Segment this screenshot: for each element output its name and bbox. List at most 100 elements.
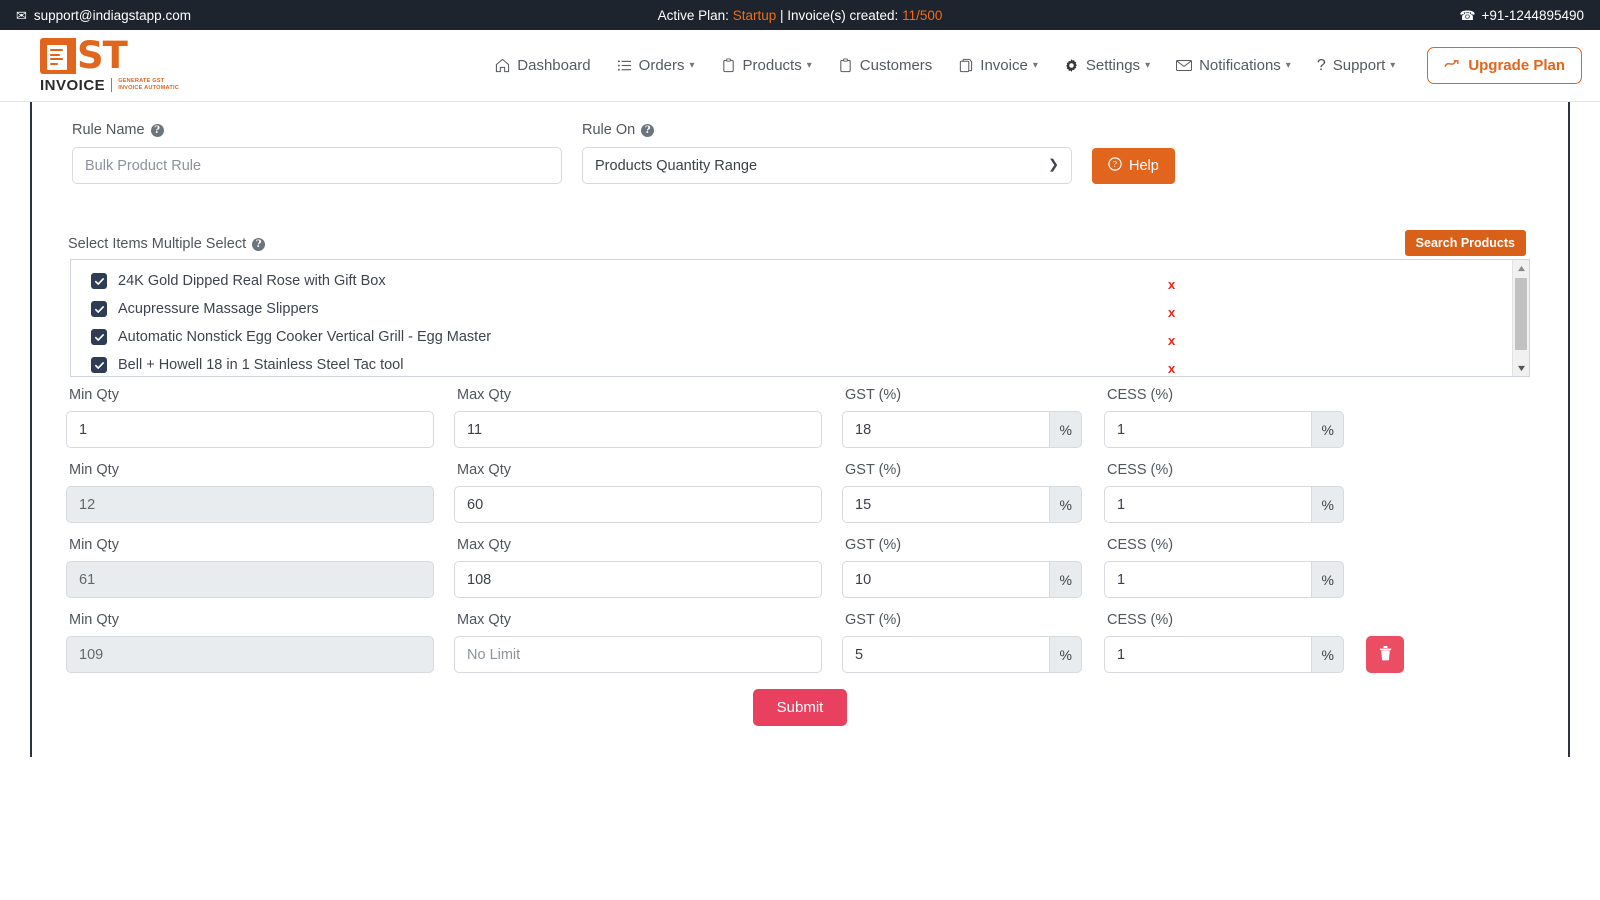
items-scrollbar-track[interactable] <box>1513 276 1529 360</box>
chevron-down-icon: ▾ <box>1286 60 1291 71</box>
min-qty-input <box>66 561 434 598</box>
min-qty-input[interactable] <box>66 411 434 448</box>
list-item-label: Acupressure Massage Slippers <box>118 301 319 317</box>
logo-document-icon <box>40 38 76 74</box>
gst-input[interactable] <box>842 561 1049 598</box>
question-circle-icon[interactable]: ? <box>252 238 265 251</box>
cess-input-group: % <box>1104 561 1344 598</box>
nav-item-customers[interactable]: Customers <box>838 57 933 74</box>
remove-item-button[interactable]: x <box>1168 333 1175 348</box>
logo-doc-lines <box>50 49 64 67</box>
cess-input[interactable] <box>1104 636 1311 673</box>
max-qty-group: Max Qty <box>454 387 822 448</box>
max-qty-group: Max Qty <box>454 462 822 523</box>
rule-on-label: Rule On <box>582 122 635 138</box>
help-button-label: Help <box>1129 158 1159 174</box>
cess-group: CESS (%) % <box>1104 612 1344 673</box>
nav-item-support[interactable]: ? Support ▾ <box>1317 57 1395 75</box>
upgrade-plan-label: Upgrade Plan <box>1468 57 1565 74</box>
percent-icon[interactable]: % <box>1311 561 1344 598</box>
quantity-rules-rows: Min Qty Max Qty GST (%) % CESS (%) <box>52 387 1548 673</box>
checkbox-checked-icon[interactable] <box>91 301 107 317</box>
items-scrollbar[interactable] <box>1512 260 1529 376</box>
rule-name-field-group: Rule Name ? <box>72 122 562 184</box>
nav-item-orders[interactable]: Orders ▾ <box>617 57 695 74</box>
rule-on-field-group: Rule On ? ❯ <box>582 122 1072 184</box>
min-qty-label: Min Qty <box>69 612 434 628</box>
rule-name-label-wrap: Rule Name ? <box>72 122 562 138</box>
nav-item-dashboard[interactable]: Dashboard <box>495 57 590 74</box>
max-qty-group: Max Qty <box>454 612 822 673</box>
percent-icon[interactable]: % <box>1311 411 1344 448</box>
percent-icon[interactable]: % <box>1311 636 1344 673</box>
site-logo[interactable]: ST INVOICE GENERATE GST INVOICE AUTOMATI… <box>40 38 182 94</box>
nav-item-notifications[interactable]: Notifications ▾ <box>1176 57 1291 74</box>
min-qty-label: Min Qty <box>69 537 434 553</box>
question-circle-icon[interactable]: ? <box>641 124 654 137</box>
chevron-down-icon: ▾ <box>1390 60 1395 71</box>
plan-status: Active Plan: Startup | Invoice(s) create… <box>658 8 943 23</box>
search-products-button[interactable]: Search Products <box>1405 230 1526 256</box>
max-qty-input[interactable] <box>454 486 822 523</box>
gst-label: GST (%) <box>845 462 1082 478</box>
quantity-rule-row: Min Qty Max Qty GST (%) % CESS (%) <box>52 462 1548 523</box>
support-email[interactable]: ✉ support@indiagstapp.com <box>16 8 191 23</box>
cess-input[interactable] <box>1104 561 1311 598</box>
nav-item-products[interactable]: Products ▾ <box>721 57 812 74</box>
remove-item-button[interactable]: x <box>1168 305 1175 320</box>
checkbox-checked-icon[interactable] <box>91 329 107 345</box>
active-plan-value: Startup <box>733 8 777 23</box>
delete-row-button[interactable] <box>1366 636 1404 673</box>
nav-item-invoice[interactable]: Invoice ▾ <box>958 57 1038 74</box>
nav-item-settings[interactable]: Settings ▾ <box>1064 57 1150 74</box>
max-qty-label: Max Qty <box>457 612 822 628</box>
percent-icon[interactable]: % <box>1311 486 1344 523</box>
checkbox-checked-icon[interactable] <box>91 357 107 373</box>
caret-up-icon[interactable] <box>1513 260 1529 276</box>
support-phone[interactable]: ☎ +91-1244895490 <box>1459 8 1584 23</box>
checkbox-checked-icon[interactable] <box>91 273 107 289</box>
max-qty-input[interactable] <box>454 411 822 448</box>
cess-input[interactable] <box>1104 411 1311 448</box>
nav-item-label: Settings <box>1086 57 1140 74</box>
trend-up-icon <box>1444 57 1460 74</box>
gst-input[interactable] <box>842 411 1049 448</box>
upgrade-plan-button[interactable]: Upgrade Plan <box>1427 47 1582 84</box>
list-item[interactable]: Bell + Howell 18 in 1 Stainless Steel Ta… <box>71 351 1511 377</box>
list-item[interactable]: Acupressure Massage Slippers x <box>71 295 1511 323</box>
gst-input[interactable] <box>842 486 1049 523</box>
quantity-rule-row: Min Qty Max Qty GST (%) % CESS (%) <box>52 387 1548 448</box>
remove-item-button[interactable]: x <box>1168 361 1175 376</box>
remove-item-button[interactable]: x <box>1168 277 1175 292</box>
quantity-rule-row: Min Qty Max Qty GST (%) % CESS (%) <box>52 537 1548 598</box>
question-circle-icon[interactable]: ? <box>151 124 164 137</box>
content-inner: Rule Name ? Rule On ? ❯ ? <box>32 102 1568 757</box>
help-button[interactable]: ? Help <box>1092 148 1175 184</box>
percent-icon[interactable]: % <box>1049 486 1082 523</box>
nav-item-label: Support <box>1333 57 1386 74</box>
selected-items-list: 24K Gold Dipped Real Rose with Gift Box … <box>71 260 1511 376</box>
percent-icon[interactable]: % <box>1049 411 1082 448</box>
rule-on-select[interactable] <box>582 147 1072 184</box>
rule-name-label: Rule Name <box>72 122 145 138</box>
list-item[interactable]: 24K Gold Dipped Real Rose with Gift Box … <box>71 267 1511 295</box>
submit-row: Submit <box>52 689 1548 726</box>
submit-button[interactable]: Submit <box>753 689 848 726</box>
gst-input[interactable] <box>842 636 1049 673</box>
max-qty-input[interactable] <box>454 636 822 673</box>
max-qty-input[interactable] <box>454 561 822 598</box>
logo-divider <box>111 78 112 92</box>
rule-name-input[interactable] <box>72 147 562 184</box>
nav-item-label: Notifications <box>1199 57 1281 74</box>
percent-icon[interactable]: % <box>1049 561 1082 598</box>
list-item-label: Bell + Howell 18 in 1 Stainless Steel Ta… <box>118 357 403 373</box>
percent-icon[interactable]: % <box>1049 636 1082 673</box>
select-items-block: Select Items Multiple Select ? Search Pr… <box>52 226 1548 377</box>
list-item[interactable]: Automatic Nonstick Egg Cooker Vertical G… <box>71 323 1511 351</box>
items-scrollbar-thumb[interactable] <box>1515 278 1527 350</box>
cess-input[interactable] <box>1104 486 1311 523</box>
caret-down-icon[interactable] <box>1513 360 1529 376</box>
nav-item-label: Orders <box>639 57 685 74</box>
gst-group: GST (%) % <box>842 387 1082 448</box>
page-body: Rule Name ? Rule On ? ❯ ? <box>0 102 1600 862</box>
